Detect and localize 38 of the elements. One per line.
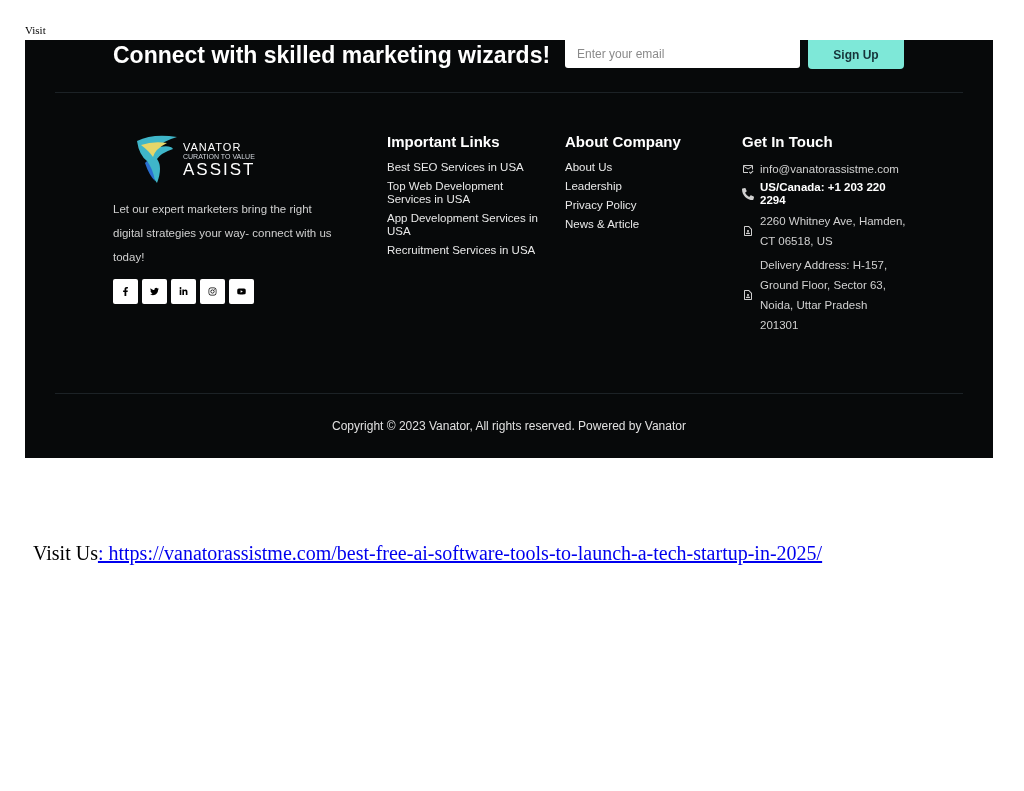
footer-link[interactable]: Recruitment Services in USA [387, 244, 545, 257]
phone-icon [742, 188, 754, 200]
url-link[interactable]: : https://vanatorassistme.com/best-free-ai-software-tools-to-launch-a-tech-startup-in-2025/ [97, 538, 823, 568]
footer-link[interactable]: App Development Services in USA [387, 212, 545, 238]
footer-link[interactable]: Top Web Development Services in USA [387, 180, 545, 206]
facebook-icon [121, 287, 130, 296]
social-button[interactable] [113, 279, 138, 304]
column-title: About Company [565, 133, 682, 151]
social-button[interactable] [229, 279, 254, 304]
footer-link[interactable]: Best SEO Services in USA [387, 161, 545, 174]
contact-text: info@vanatorassistme.com [760, 162, 899, 177]
contact-text: US/Canada: +1 203 220 2294 [760, 181, 887, 207]
footer-link[interactable]: Privacy Policy [565, 199, 723, 212]
contact-text: 2260 Whitney Ave, Hamden, CT 06518, US [760, 214, 907, 249]
social-button[interactable] [142, 279, 167, 304]
sign-up-button[interactable]: Sign Up [808, 40, 904, 69]
play-icon [237, 287, 246, 296]
linkedin-icon [179, 287, 188, 296]
footer-link[interactable]: News & Article [565, 218, 723, 231]
copyright-text: Copyright © 2023 Vanator, All rights reserved. Powered by Vanator [332, 418, 686, 435]
footer-heading: Connect with skilled marketing wizards! [113, 41, 552, 69]
visit-label: Visit Us [33, 541, 98, 566]
email-field[interactable]: Enter your email [565, 40, 800, 68]
logo-name: VANATOR [183, 142, 243, 153]
mail-icon [742, 163, 754, 175]
column-title: Get In Touch [742, 133, 834, 151]
contact-card-icon [742, 289, 754, 301]
about-text: Let our expert marketers bring the right digital strategies your way- connect with us today! [113, 202, 333, 265]
logo-product: ASSIST [183, 161, 256, 178]
contact-text: Delivery Address: H-157, Ground Floor, Sector 63, Noida, Uttar Pradesh 201301 [760, 258, 889, 333]
footer-link[interactable]: Leadership [565, 180, 723, 193]
social-button[interactable] [171, 279, 196, 304]
page-label: Visit [25, 25, 46, 36]
bird-icon [150, 287, 159, 296]
contact-card-icon [742, 225, 754, 237]
column-title: Important Links [387, 133, 501, 151]
footer-link[interactable]: About Us [565, 161, 723, 174]
camera-icon [208, 287, 217, 296]
